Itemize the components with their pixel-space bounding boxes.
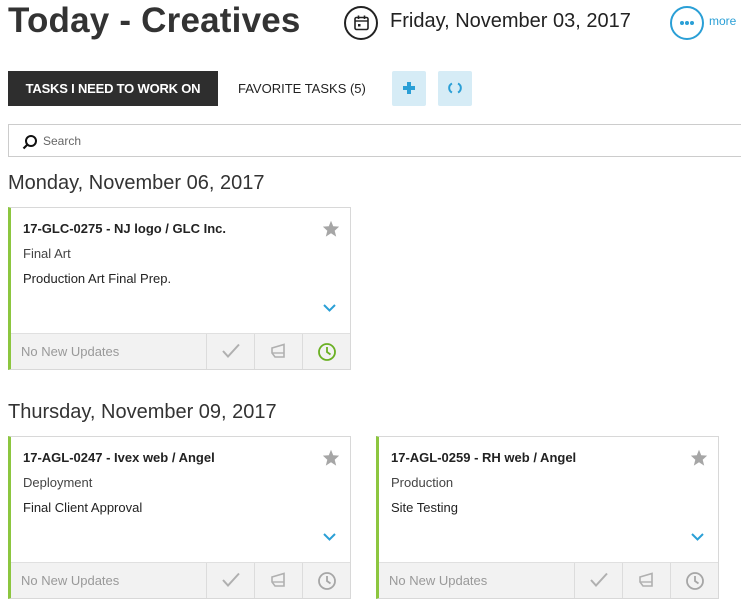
checkmark-icon xyxy=(222,572,240,587)
task-tabs: TASKS I NEED TO WORK ON FAVORITE TASKS (… xyxy=(8,71,741,106)
chevron-down-icon[interactable] xyxy=(323,304,336,312)
search-bar xyxy=(8,124,741,157)
time-log-button[interactable] xyxy=(670,563,718,598)
complete-button[interactable] xyxy=(206,334,254,369)
send-back-button[interactable] xyxy=(254,563,302,598)
checkmark-icon xyxy=(590,572,608,587)
task-name: Final Client Approval xyxy=(23,500,143,515)
star-icon[interactable] xyxy=(690,449,708,466)
checkmark-icon xyxy=(222,343,240,358)
update-status: No New Updates xyxy=(21,573,120,588)
task-card[interactable]: 17-GLC-0275 - NJ logo / GLC Inc. Final A… xyxy=(8,207,351,370)
send-back-button[interactable] xyxy=(622,563,670,598)
send-back-button[interactable] xyxy=(254,334,302,369)
task-phase: Production xyxy=(391,475,454,490)
update-status: No New Updates xyxy=(21,344,120,359)
day-heading: Thursday, November 09, 2017 xyxy=(8,401,277,423)
time-log-button[interactable] xyxy=(302,334,350,369)
card-footer: No New Updates xyxy=(379,562,718,598)
tab-tasks-to-work-on[interactable]: TASKS I NEED TO WORK ON xyxy=(8,71,218,106)
page-header: Today - Creatives Friday, November 03, 2… xyxy=(8,0,741,48)
send-back-icon xyxy=(639,572,653,587)
task-title: 17-AGL-0247 - Ivex web / Angel xyxy=(23,450,215,465)
tab-favorite-tasks[interactable]: FAVORITE TASKS (5) xyxy=(238,71,366,106)
send-back-icon xyxy=(271,343,285,358)
update-status: No New Updates xyxy=(389,573,488,588)
task-phase: Final Art xyxy=(23,246,71,261)
chevron-down-icon[interactable] xyxy=(691,533,704,541)
refresh-icon xyxy=(448,82,462,94)
calendar-icon[interactable] xyxy=(344,6,378,40)
more-button[interactable]: more xyxy=(670,6,741,40)
task-title: 17-GLC-0275 - NJ logo / GLC Inc. xyxy=(23,221,226,236)
star-icon[interactable] xyxy=(322,449,340,466)
more-label: more xyxy=(709,14,737,28)
day-heading: Monday, November 06, 2017 xyxy=(8,172,265,194)
refresh-button[interactable] xyxy=(438,71,472,106)
task-card[interactable]: 17-AGL-0259 - RH web / Angel Production … xyxy=(376,436,719,599)
search-icon xyxy=(22,135,37,150)
page-title: Today - Creatives xyxy=(8,1,301,40)
task-name: Production Art Final Prep. xyxy=(23,271,172,286)
add-button[interactable] xyxy=(392,71,426,106)
star-icon[interactable] xyxy=(322,220,340,237)
card-footer: No New Updates xyxy=(11,562,350,598)
complete-button[interactable] xyxy=(574,563,622,598)
header-date: Friday, November 03, 2017 xyxy=(390,10,631,32)
send-back-icon xyxy=(271,572,285,587)
card-footer: No New Updates xyxy=(11,333,350,369)
plus-icon xyxy=(403,82,415,94)
chevron-down-icon[interactable] xyxy=(323,533,336,541)
task-name: Site Testing xyxy=(391,500,458,515)
clock-icon xyxy=(318,572,336,590)
task-phase: Deployment xyxy=(23,475,93,490)
complete-button[interactable] xyxy=(206,563,254,598)
clock-icon xyxy=(318,343,336,361)
task-title: 17-AGL-0259 - RH web / Angel xyxy=(391,450,577,465)
more-icon xyxy=(670,6,704,40)
time-log-button[interactable] xyxy=(302,563,350,598)
clock-icon xyxy=(686,572,704,590)
search-input[interactable] xyxy=(43,131,703,151)
task-card[interactable]: 17-AGL-0247 - Ivex web / Angel Deploymen… xyxy=(8,436,351,599)
